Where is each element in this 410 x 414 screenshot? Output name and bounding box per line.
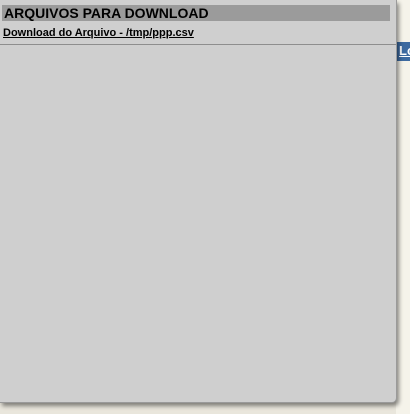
divider	[0, 44, 396, 45]
popup-title: ARQUIVOS PARA DOWNLOAD	[4, 5, 209, 21]
download-popup: ARQUIVOS PARA DOWNLOAD Download do Arqui…	[0, 0, 397, 403]
download-file-link[interactable]: Download do Arquivo - /tmp/ppp.csv	[3, 26, 194, 40]
popup-header: ARQUIVOS PARA DOWNLOAD	[2, 5, 390, 21]
background-partial-link[interactable]: Lo	[399, 43, 410, 59]
background-link-bar: Lo	[397, 42, 410, 61]
background-page-edge	[396, 0, 410, 414]
